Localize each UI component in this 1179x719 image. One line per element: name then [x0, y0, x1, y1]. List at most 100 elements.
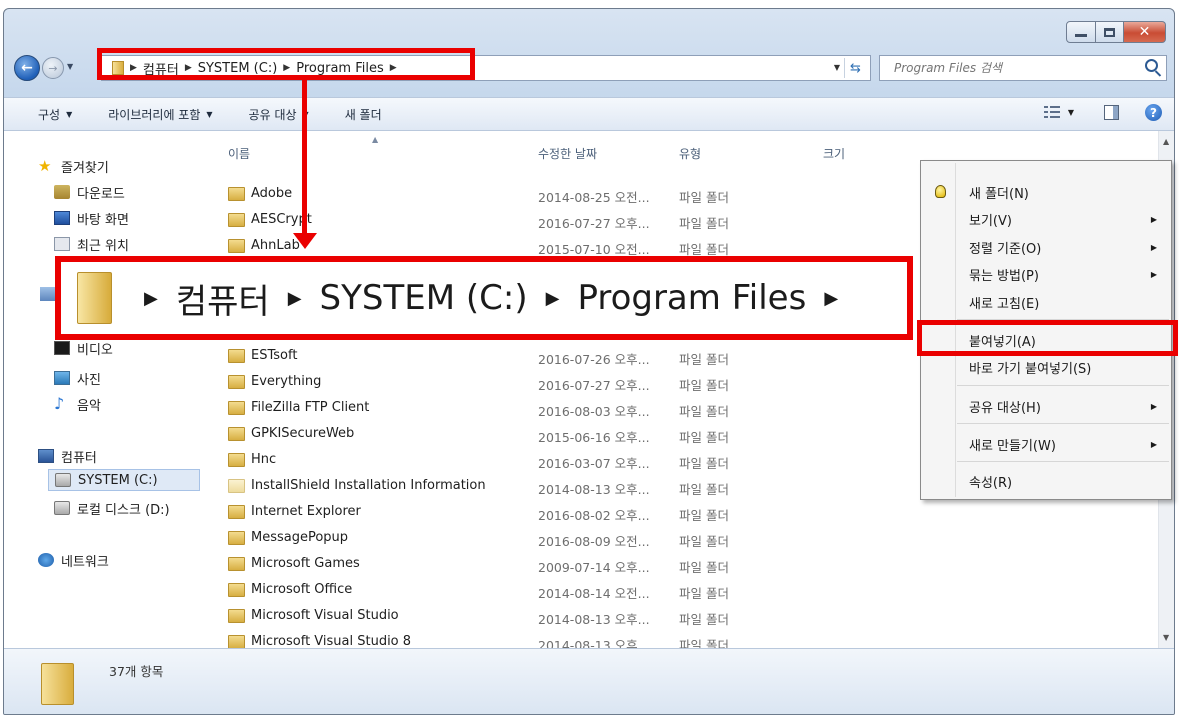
file-row[interactable]: Internet Explorer 2016-08-02 오후... 파일 폴더	[204, 499, 1158, 525]
nav-system-c[interactable]: SYSTEM (C:)	[48, 469, 200, 491]
libraries-icon	[40, 287, 56, 301]
minimize-button[interactable]	[1066, 21, 1096, 43]
file-type: 파일 폴더	[679, 612, 729, 627]
file-date: 2016-07-26 오후...	[538, 352, 650, 367]
recent-pages-dropdown[interactable]: ▼	[67, 62, 73, 71]
maximize-icon	[1104, 27, 1115, 37]
menu-item-view[interactable]: 보기(V) ▶	[923, 206, 1169, 232]
network-icon	[38, 553, 54, 567]
file-row[interactable]: MessagePopup 2016-08-09 오전... 파일 폴더	[204, 525, 1158, 551]
file-name: Adobe	[251, 186, 293, 201]
menu-label: 속성(R)	[969, 475, 1013, 491]
search-icon[interactable]	[1145, 59, 1158, 72]
nav-label: 바탕 화면	[77, 212, 129, 228]
include-library-button[interactable]: 라이브러리에 포함 ▼	[108, 106, 212, 123]
nav-music[interactable]: ♪ 음악	[54, 393, 101, 415]
file-name: Microsoft Games	[251, 556, 360, 571]
file-name: Microsoft Visual Studio 8	[251, 634, 412, 649]
menu-separator	[957, 461, 1169, 462]
annotation-arrowhead-icon	[293, 233, 317, 249]
file-type: 파일 폴더	[679, 430, 729, 445]
nav-photos[interactable]: 사진	[54, 367, 101, 389]
search-input[interactable]	[894, 61, 1134, 75]
menu-separator	[957, 385, 1169, 386]
downloads-icon	[54, 185, 70, 199]
star-icon: ★	[38, 157, 52, 175]
file-row[interactable]: Microsoft Visual Studio 2014-08-13 오후... 파…	[204, 603, 1158, 629]
share-with-label: 공유 대상	[248, 107, 297, 122]
include-library-label: 라이브러리에 포함	[108, 107, 201, 122]
nav-label: 사진	[77, 372, 101, 388]
share-with-button[interactable]: 공유 대상▼	[249, 106, 309, 123]
back-arrow-icon: ←	[21, 60, 33, 76]
view-dropdown-icon[interactable]: ▼	[1068, 108, 1074, 117]
file-date: 2016-03-07 오후...	[538, 456, 650, 471]
menu-separator	[957, 423, 1169, 424]
folder-icon	[228, 426, 245, 441]
menu-item-paste-shortcut[interactable]: 바로 가기 붙여넣기(S)	[923, 354, 1169, 380]
back-button[interactable]: ←	[14, 55, 40, 81]
nav-label: 최근 위치	[77, 238, 129, 254]
column-header-name[interactable]: 이름	[228, 145, 250, 162]
menu-item-refresh[interactable]: 새로 고침(E)	[923, 289, 1169, 315]
file-type: 파일 폴더	[679, 352, 729, 367]
file-date: 2016-08-03 오후...	[538, 404, 650, 419]
scroll-down-icon[interactable]: ▼	[1163, 633, 1169, 642]
menu-label: 묶는 방법(P)	[969, 268, 1039, 284]
toolbar-right: ▼ ?	[1043, 104, 1162, 121]
file-row[interactable]: Microsoft Office 2014-08-14 오전... 파일 폴더	[204, 577, 1158, 603]
organize-button[interactable]: 구성 ▼	[38, 106, 72, 123]
menu-item-sort-by[interactable]: 정렬 기준(O) ▶	[923, 234, 1169, 260]
nav-label: 비디오	[77, 342, 113, 358]
nav-local-d[interactable]: 로컬 디스크 (D:)	[54, 497, 170, 519]
submenu-arrow-icon: ▶	[1150, 401, 1157, 411]
file-type: 파일 폴더	[679, 534, 729, 549]
close-icon: ✕	[1138, 24, 1151, 40]
column-header-size[interactable]: 크기	[823, 145, 845, 162]
menu-label: 새 폴더(N)	[969, 186, 1029, 202]
zoomed-breadcrumb-callout: ▶ 컴퓨터 ▶ SYSTEM (C:) ▶ Program Files ▶	[55, 256, 913, 340]
menu-label: 새로 만들기(W)	[969, 438, 1056, 454]
file-date: 2016-07-27 오후...	[538, 378, 650, 393]
navigation-pane: ★ 즐겨찾기 다운로드 바탕 화면 최근 위치 비디오 사진 ♪ 음악 컴퓨터 SY…	[4, 131, 204, 648]
new-folder-button[interactable]: 새 폴더	[345, 106, 382, 123]
view-options-icon[interactable]	[1043, 105, 1060, 120]
column-header-type[interactable]: 유형	[679, 145, 701, 162]
help-icon[interactable]: ?	[1145, 104, 1162, 121]
forward-button[interactable]: →	[42, 57, 64, 79]
folder-icon	[228, 608, 245, 623]
menu-item-new-folder[interactable]: 새 폴더(N)	[923, 179, 1169, 205]
refresh-icon[interactable]: ⇆	[844, 58, 866, 78]
search-box[interactable]	[879, 55, 1167, 81]
nav-recent[interactable]: 최근 위치	[54, 233, 129, 255]
file-type: 파일 폴더	[679, 508, 729, 523]
nav-favorites[interactable]: ★ 즐겨찾기	[38, 155, 109, 177]
maximize-button[interactable]	[1096, 21, 1124, 43]
nav-label: 음악	[77, 398, 101, 414]
file-row[interactable]: Microsoft Games 2009-07-14 오후... 파일 폴더	[204, 551, 1158, 577]
address-history-dropdown[interactable]: ▼	[834, 63, 840, 72]
menu-item-group-by[interactable]: 묶는 방법(P) ▶	[923, 261, 1169, 287]
file-type: 파일 폴더	[679, 560, 729, 575]
recent-places-icon	[54, 237, 70, 251]
nav-downloads[interactable]: 다운로드	[54, 181, 125, 203]
nav-video[interactable]: 비디오	[54, 337, 113, 359]
nav-desktop[interactable]: 바탕 화면	[54, 207, 129, 229]
scroll-up-icon[interactable]: ▲	[1163, 137, 1169, 146]
file-date: 2016-07-27 오후...	[538, 216, 650, 231]
menu-item-share-with[interactable]: 공유 대상(H) ▶	[923, 393, 1169, 419]
preview-pane-icon[interactable]	[1104, 105, 1119, 120]
minimize-icon	[1075, 33, 1087, 37]
zoomed-crumb-system-c: SYSTEM (C:)	[319, 278, 528, 318]
menu-item-properties[interactable]: 속성(R)	[923, 468, 1169, 494]
caret-down-icon: ▼	[206, 109, 213, 119]
column-header-date[interactable]: 수정한 날짜	[538, 145, 597, 162]
folder-icon	[228, 348, 245, 363]
nav-network[interactable]: 네트워크	[38, 549, 109, 571]
caption-buttons: ✕	[1066, 21, 1166, 43]
computer-icon	[38, 449, 54, 463]
menu-item-new[interactable]: 새로 만들기(W) ▶	[923, 431, 1169, 457]
close-button[interactable]: ✕	[1124, 21, 1166, 43]
file-type: 파일 폴더	[679, 216, 729, 231]
nav-computer[interactable]: 컴퓨터	[38, 445, 97, 467]
